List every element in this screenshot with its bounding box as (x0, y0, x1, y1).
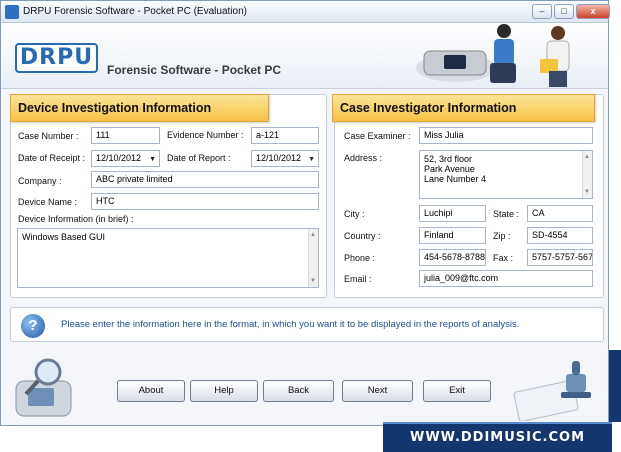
footer-corner (609, 350, 621, 422)
zip-label: Zip : (493, 231, 511, 241)
address-scrollbar[interactable] (582, 151, 592, 198)
phone-label: Phone : (344, 253, 376, 263)
info-bar: ? Please enter the information here in t… (10, 307, 604, 342)
magnifier-device-icon (15, 358, 72, 417)
drpu-logo: DRPU (15, 43, 98, 73)
device-info-text: Windows Based GUI (22, 232, 106, 242)
exit-button[interactable]: Exit (423, 380, 491, 402)
case-number-label: Case Number : (18, 131, 79, 141)
device-name-field[interactable]: HTC (91, 193, 319, 210)
address-line: 52, 3rd floor (424, 154, 473, 164)
title-bar: DRPU Forensic Software - Pocket PC (Eval… (1, 1, 610, 23)
close-button[interactable]: x (576, 4, 610, 19)
state-field[interactable]: CA (527, 205, 593, 222)
case-number-field[interactable]: 111 (91, 127, 160, 144)
address-line: Lane Number 4 (424, 174, 487, 184)
app-icon (5, 5, 19, 19)
zip-field[interactable]: SD-4554 (527, 227, 593, 244)
state-label: State : (493, 209, 520, 219)
phone-field[interactable]: 454-5678-8788 (419, 249, 486, 266)
help-button[interactable]: Help (190, 380, 258, 402)
country-label: Country : (344, 231, 381, 241)
device-section-title: Device Investigation Information (10, 94, 269, 122)
company-label: Company : (18, 176, 62, 186)
minimize-button[interactable]: – (532, 4, 552, 19)
back-button[interactable]: Back (263, 380, 334, 402)
chevron-down-icon[interactable]: ▼ (308, 152, 315, 166)
date-of-receipt-picker[interactable]: 12/10/2012 ▼ (91, 150, 160, 167)
date-of-report-value: 12/10/2012 (256, 153, 302, 163)
evidence-number-field[interactable]: a-121 (251, 127, 319, 144)
case-examiner-label: Case Examiner : (344, 131, 411, 141)
company-field[interactable]: ABC private limited (91, 171, 319, 188)
app-header: DRPU Forensic Software - Pocket PC (1, 23, 608, 89)
app-window: DRPU Forensic Software - Pocket PC (Eval… (0, 0, 610, 426)
investigators-illustration (416, 24, 570, 87)
about-button[interactable]: About (117, 380, 185, 402)
device-info-scrollbar[interactable] (308, 229, 318, 287)
device-name-label: Device Name : (18, 197, 78, 207)
address-line: Park Avenue (424, 164, 475, 174)
date-of-receipt-label: Date of Receipt : (18, 153, 86, 163)
next-button[interactable]: Next (342, 380, 413, 402)
address-textarea[interactable]: 52, 3rd floor Park Avenue Lane Number 4 (419, 150, 593, 199)
country-field[interactable]: Finland (419, 227, 486, 244)
email-label: Email : (344, 274, 372, 284)
investigator-section-title: Case Investigator Information (332, 94, 595, 122)
evidence-number-label: Evidence Number : (167, 130, 244, 140)
device-info-textarea[interactable]: Windows Based GUI (17, 228, 319, 288)
date-of-receipt-value: 12/10/2012 (96, 153, 142, 163)
chevron-down-icon[interactable]: ▼ (149, 152, 156, 166)
info-message: Please enter the information here in the… (61, 319, 520, 330)
report-stamp-icon (513, 361, 591, 421)
maximize-button[interactable]: □ (554, 4, 574, 19)
city-field[interactable]: Luchipi (419, 205, 486, 222)
website-banner: WWW.DDIMUSIC.COM (383, 422, 612, 452)
window-title: DRPU Forensic Software - Pocket PC (Eval… (23, 6, 247, 17)
email-field[interactable]: julia_009@ftc.com (419, 270, 593, 287)
fax-field[interactable]: 5757-5757-567 (527, 249, 593, 266)
case-examiner-field[interactable]: Miss Julia (419, 127, 593, 144)
help-question-icon: ? (21, 314, 45, 338)
date-of-report-picker[interactable]: 12/10/2012 ▼ (251, 150, 319, 167)
device-info-label: Device Information (in brief) : (18, 214, 134, 224)
fax-label: Fax : (493, 253, 514, 263)
address-label: Address : (344, 153, 383, 163)
city-label: City : (344, 209, 365, 219)
product-name: Forensic Software - Pocket PC (107, 63, 282, 77)
date-of-report-label: Date of Report : (167, 153, 231, 163)
